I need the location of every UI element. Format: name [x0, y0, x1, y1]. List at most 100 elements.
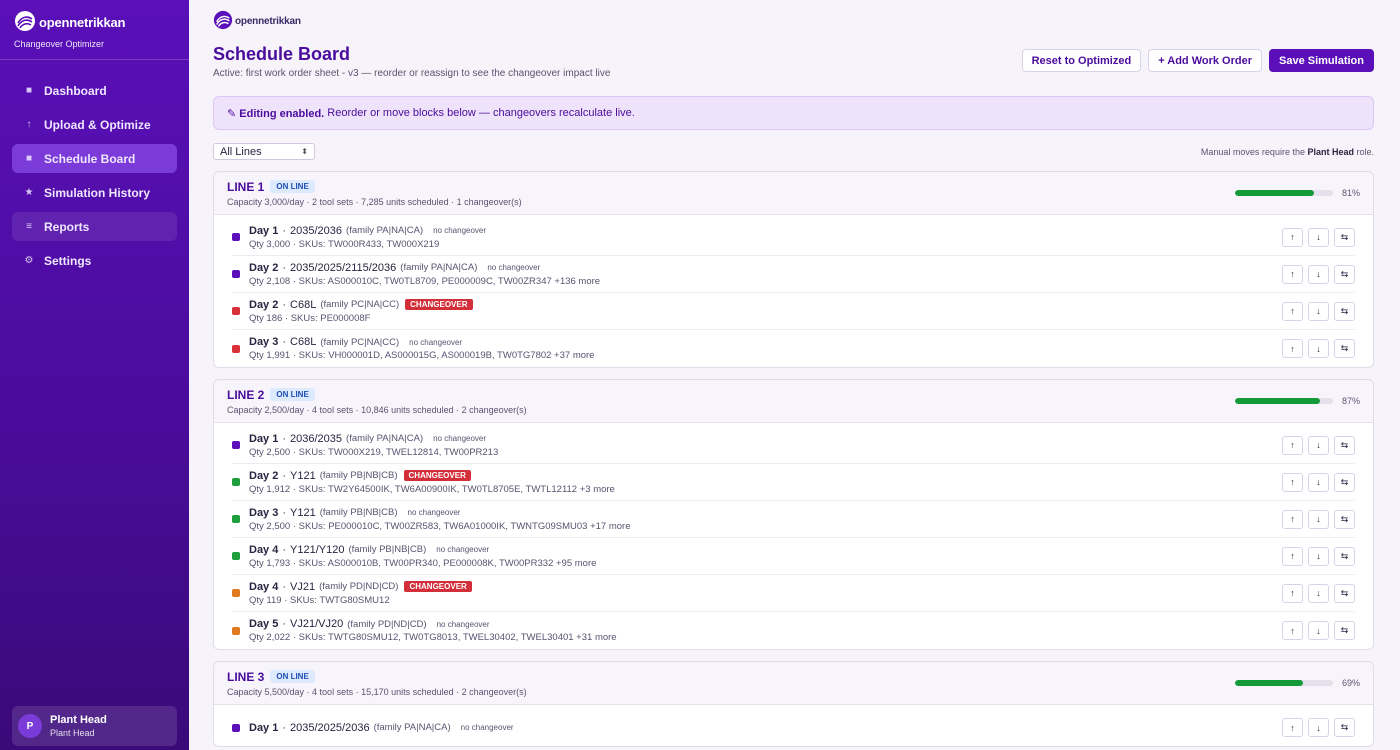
work-order-row[interactable]: Day 5 · VJ21/VJ20 (family PD|ND|CD) no chang…: [232, 612, 1355, 649]
move-up-button[interactable]: ↑: [1282, 472, 1303, 492]
move-down-button[interactable]: ↓: [1308, 301, 1329, 321]
work-order-row[interactable]: Day 1 · 2035/2025/2036 (family PA|NA|CA) no …: [232, 709, 1355, 746]
sidebar-item-label: Dashboard: [44, 83, 107, 98]
move-down-button[interactable]: ↓: [1308, 264, 1329, 284]
role-note: Manual moves require the Plant Head role…: [1201, 147, 1374, 157]
move-up-button[interactable]: ↑: [1282, 583, 1303, 603]
work-order-row[interactable]: Day 2 · C68L (family PC|NA|CC) CHANGEOVER Qty…: [232, 293, 1355, 330]
save-simulation-button[interactable]: Save Simulation: [1269, 49, 1374, 72]
reassign-line-button[interactable]: ⇆: [1334, 264, 1355, 284]
work-order-actions: ↑ ↓ ⇆: [1282, 472, 1355, 492]
reassign-line-button[interactable]: ⇆: [1334, 339, 1355, 358]
work-order-family: (family PD|ND|CD): [319, 581, 399, 592]
sidebar-item-schedule-board[interactable]: ■ Schedule Board: [12, 144, 177, 173]
move-up-button[interactable]: ↑: [1282, 264, 1303, 284]
line-title: LINE 1: [227, 179, 265, 194]
reassign-line-button[interactable]: ⇆: [1334, 583, 1355, 603]
move-up-button[interactable]: ↑: [1282, 509, 1303, 529]
utilization-fill: [1235, 398, 1321, 404]
separator: ·: [282, 261, 287, 274]
work-order-family: (family PB|NB|CB): [348, 544, 427, 555]
sidebar-item-reports[interactable]: ≡ Reports: [12, 212, 177, 241]
line-filter-select[interactable]: All Lines ⬍: [213, 143, 315, 160]
reset-to-optimized-button[interactable]: Reset to Optimized: [1021, 49, 1142, 72]
move-down-button[interactable]: ↓: [1308, 472, 1329, 492]
move-up-button[interactable]: ↑: [1282, 435, 1303, 455]
move-down-button[interactable]: ↓: [1308, 546, 1329, 566]
family-color-swatch: [232, 344, 240, 353]
swap-icon: ⇆: [1340, 343, 1349, 353]
separator: ·: [282, 469, 287, 482]
separator: ·: [282, 543, 287, 556]
main-content: opennetrikkan Schedule Board Active: fir…: [189, 0, 1400, 750]
move-down-button[interactable]: ↓: [1308, 509, 1329, 529]
work-order-row[interactable]: Day 1 · 2035/2036 (family PA|NA|CA) no chang…: [232, 219, 1355, 256]
move-down-button[interactable]: ↓: [1308, 339, 1329, 358]
work-order-code: VJ21/VJ20: [290, 618, 344, 630]
line-filter-value: All Lines: [220, 145, 262, 158]
sidebar-item-settings[interactable]: ⚙ Settings: [12, 246, 177, 275]
reassign-line-button[interactable]: ⇆: [1334, 435, 1355, 455]
reassign-line-button[interactable]: ⇆: [1334, 546, 1355, 566]
work-order-row[interactable]: Day 1 · 2036/2035 (family PA|NA|CA) no chang…: [232, 427, 1355, 464]
move-up-button[interactable]: ↑: [1282, 718, 1303, 737]
reassign-line-button[interactable]: ⇆: [1334, 621, 1355, 640]
move-up-button[interactable]: ↑: [1282, 339, 1303, 358]
work-order-detail: Qty 3,000 · SKUs: TW000R433, TW000X219: [249, 238, 440, 250]
work-order-detail: Qty 1,793 · SKUs: AS000010B, TW00PR340, …: [249, 557, 597, 569]
move-down-button[interactable]: ↓: [1308, 718, 1329, 737]
arrow-down-icon: ↓: [1316, 551, 1321, 561]
reassign-line-button[interactable]: ⇆: [1334, 472, 1355, 492]
work-order-actions: ↑ ↓ ⇆: [1282, 621, 1355, 640]
sidebar-item-dashboard[interactable]: ■ Dashboard: [12, 76, 177, 105]
work-order-day: Day 2: [249, 469, 279, 482]
work-order-detail: Qty 1,991 · SKUs: VH000001D, AS000015G, …: [249, 350, 595, 361]
move-up-button[interactable]: ↑: [1282, 621, 1303, 640]
reassign-line-button[interactable]: ⇆: [1334, 509, 1355, 529]
work-order-detail: Qty 2,500 · SKUs: PE000010C, TW00ZR583, …: [249, 520, 631, 532]
reassign-line-button[interactable]: ⇆: [1334, 718, 1355, 737]
arrow-up-icon: ↑: [1290, 269, 1295, 279]
utilization-fill: [1235, 190, 1315, 196]
app-root: opennetrikkan Changeover Optimizer ■ Dash…: [0, 0, 1400, 750]
reassign-line-button[interactable]: ⇆: [1334, 227, 1355, 247]
avatar: P: [18, 714, 42, 738]
arrow-up-icon: ↑: [1290, 514, 1295, 524]
arrow-up-icon: ↑: [1290, 440, 1295, 450]
reassign-line-button[interactable]: ⇆: [1334, 301, 1355, 321]
move-up-button[interactable]: ↑: [1282, 301, 1303, 321]
work-order-row[interactable]: Day 3 · C68L (family PC|NA|CC) no changeover…: [232, 330, 1355, 367]
move-down-button[interactable]: ↓: [1308, 227, 1329, 247]
line-header: LINE 3 ON LINE Capacity 5,500/day · 4 tool…: [214, 662, 1373, 705]
top-logo-icon: [213, 10, 233, 33]
work-order-row[interactable]: Day 4 · Y121/Y120 (family PB|NB|CB) no chang…: [232, 538, 1355, 575]
move-down-button[interactable]: ↓: [1308, 435, 1329, 455]
work-order-day: Day 2: [249, 261, 279, 274]
work-order-row[interactable]: Day 2 · 2035/2025/2115/2036 (family PA|NA|C…: [232, 256, 1355, 293]
line-card: LINE 2 ON LINE Capacity 2,500/day · 4 tool…: [213, 379, 1374, 650]
no-changeover-label: no changeover: [436, 619, 490, 629]
changeover-badge: CHANGEOVER: [405, 299, 473, 310]
list-icon: ≡: [26, 221, 32, 232]
work-order-row[interactable]: Day 3 · Y121 (family PB|NB|CB) no changeover…: [232, 501, 1355, 538]
move-down-button[interactable]: ↓: [1308, 583, 1329, 603]
add-work-order-button[interactable]: + Add Work Order: [1148, 49, 1263, 72]
work-order-row[interactable]: Day 2 · Y121 (family PB|NB|CB) CHANGEOVER Qty…: [232, 464, 1355, 501]
utilization-percent: 81%: [1341, 188, 1360, 198]
sidebar-item-upload-optimize[interactable]: ↑ Upload & Optimize: [12, 110, 177, 139]
line-card: LINE 1 ON LINE Capacity 3,000/day · 2 tool…: [213, 171, 1374, 368]
no-changeover-label: no changeover: [460, 723, 514, 732]
utilization-percent: 87%: [1341, 396, 1360, 406]
changeover-badge: CHANGEOVER: [404, 581, 472, 592]
family-color-swatch: [232, 233, 240, 241]
arrow-down-icon: ↓: [1316, 232, 1321, 242]
move-up-button[interactable]: ↑: [1282, 227, 1303, 247]
no-changeover-label: no changeover: [407, 508, 461, 517]
sidebar-item-simulation-history[interactable]: ★ Simulation History: [12, 178, 177, 207]
work-order-row[interactable]: Day 4 · VJ21 (family PD|ND|CD) CHANGEOVER Qty…: [232, 575, 1355, 612]
work-order-family: (family PC|NA|CC): [320, 299, 400, 310]
work-order-day: Day 3: [249, 506, 279, 519]
move-down-button[interactable]: ↓: [1308, 621, 1329, 640]
move-up-button[interactable]: ↑: [1282, 546, 1303, 566]
user-card[interactable]: P Plant Head Plant Head: [12, 706, 177, 746]
